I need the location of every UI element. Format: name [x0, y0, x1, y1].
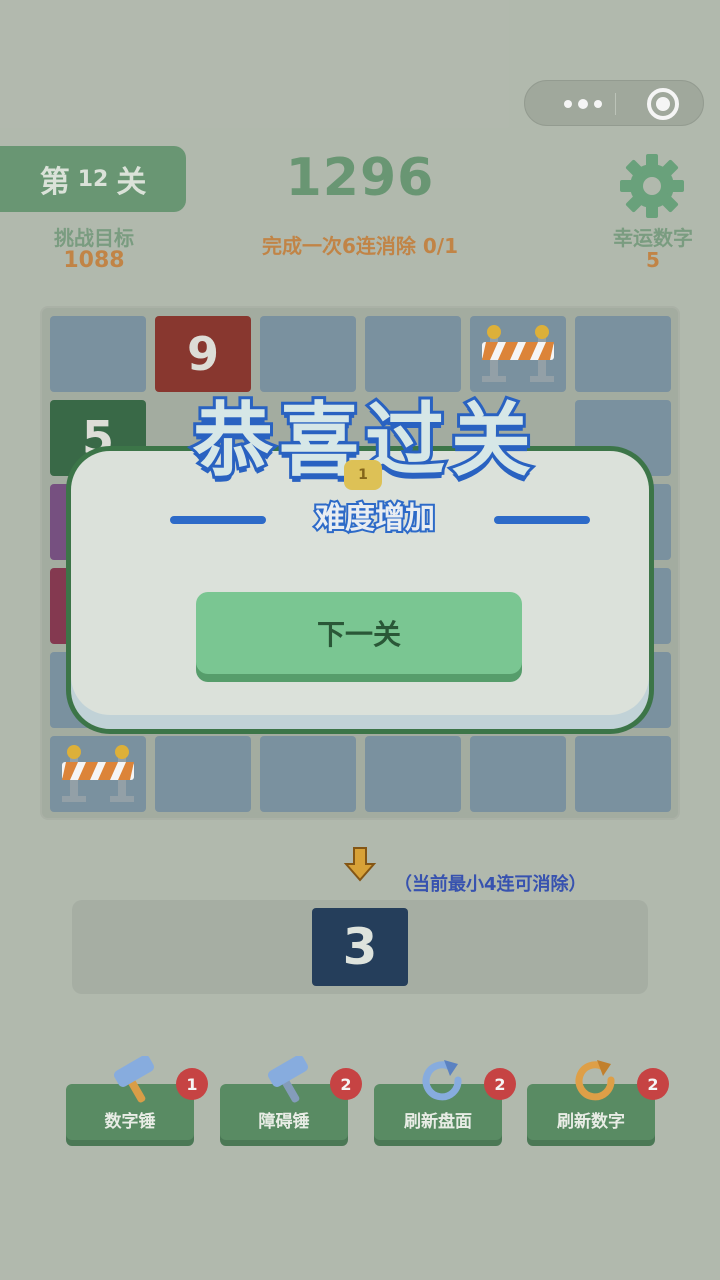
tool-count-badge: 2	[330, 1068, 362, 1100]
board-cell[interactable]	[575, 736, 671, 812]
board-cell[interactable]	[260, 736, 356, 812]
board-cell[interactable]	[365, 736, 461, 812]
tool-count-badge: 2	[484, 1068, 516, 1100]
tool-label: 刷新盘面	[404, 1112, 472, 1132]
next-number-tile[interactable]: 3	[312, 908, 408, 986]
tool-count-badge: 2	[637, 1068, 669, 1100]
lucky-number-value: 5	[646, 248, 660, 272]
refresh-icon	[575, 1060, 615, 1101]
elimination-hint: （当前最小4连可消除）	[394, 874, 587, 895]
subtitle-left-line	[170, 516, 266, 524]
tool-label: 刷新数字	[557, 1112, 625, 1132]
barrier-icon	[482, 325, 554, 382]
level-number: 12	[77, 166, 109, 192]
hammer-icon	[268, 1056, 308, 1103]
refresh-icon	[422, 1060, 462, 1101]
barrier-icon	[62, 745, 134, 802]
number-tile[interactable]: 9	[155, 316, 251, 392]
popup-title-badge: 1	[344, 460, 382, 490]
hammer-icon	[114, 1056, 154, 1103]
next-level-button[interactable]: 下一关	[196, 592, 522, 674]
barrier-hammer-button[interactable]: 障碍锤 2	[220, 1056, 362, 1140]
close-mini-program-icon[interactable]	[647, 88, 679, 120]
board-cell[interactable]	[575, 316, 671, 392]
board-cell[interactable]	[50, 316, 146, 392]
number-hammer-button[interactable]: 数字锤 1	[66, 1056, 208, 1140]
board-cell[interactable]	[365, 316, 461, 392]
board-cell[interactable]	[260, 316, 356, 392]
refresh-board-button[interactable]: 刷新盘面 2	[374, 1060, 516, 1140]
tool-count-badge: 1	[176, 1068, 208, 1100]
level-suffix: 关	[116, 165, 147, 200]
mini-program-capsule	[524, 80, 704, 126]
more-icon[interactable]	[553, 81, 613, 127]
down-arrow-icon	[343, 847, 377, 882]
subtitle-right-line	[494, 516, 590, 524]
tool-label: 数字锤	[104, 1112, 156, 1132]
board-cell[interactable]	[470, 736, 566, 812]
tool-label: 障碍锤	[258, 1112, 310, 1132]
barrier-cell[interactable]	[50, 736, 146, 812]
goal-value: 1088	[63, 248, 125, 273]
lucky-number-label: 幸运数字	[613, 226, 693, 250]
popup-subtitle: 难度增加	[313, 499, 437, 538]
score: 1296	[285, 148, 435, 208]
barrier-cell[interactable]	[470, 316, 566, 392]
level-prefix: 第	[39, 165, 70, 200]
gear-icon[interactable]	[616, 150, 688, 222]
board-cell[interactable]	[155, 736, 251, 812]
capsule-divider	[615, 93, 616, 115]
goal-label: 挑战目标	[54, 226, 134, 250]
task-progress: 完成一次6连消除 0/1	[261, 234, 458, 258]
level-badge: 第 12 关	[0, 146, 186, 212]
refresh-number-button[interactable]: 刷新数字 2	[527, 1060, 669, 1140]
